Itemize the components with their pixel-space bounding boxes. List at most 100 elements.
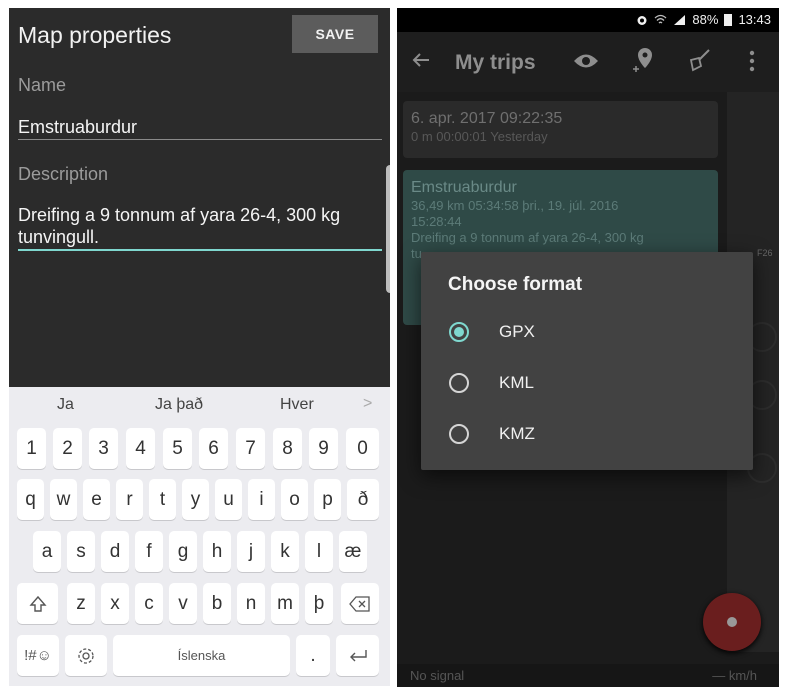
clear-icon[interactable] bbox=[687, 48, 711, 72]
key[interactable]: 9 bbox=[309, 428, 338, 469]
key[interactable]: 4 bbox=[126, 428, 155, 469]
format-option-kml[interactable]: KML bbox=[449, 369, 729, 399]
key[interactable]: þ bbox=[305, 583, 333, 624]
space-key[interactable]: Íslenska bbox=[113, 635, 290, 676]
description-input[interactable]: Dreifing a 9 tonnum af yara 26-4, 300 kg… bbox=[18, 204, 340, 248]
page-title: Map properties bbox=[18, 22, 172, 48]
key[interactable]: y bbox=[182, 479, 209, 520]
key[interactable]: n bbox=[237, 583, 265, 624]
key[interactable]: 6 bbox=[199, 428, 228, 469]
key[interactable]: 5 bbox=[163, 428, 192, 469]
trip-time: 15:28:44 bbox=[411, 214, 462, 229]
format-option-gpx[interactable]: GPX bbox=[449, 318, 729, 348]
key[interactable]: m bbox=[271, 583, 299, 624]
key[interactable]: u bbox=[215, 479, 242, 520]
option-label: KML bbox=[499, 373, 534, 392]
key[interactable]: c bbox=[135, 583, 163, 624]
suggestion-more-icon[interactable]: > bbox=[363, 395, 372, 413]
key[interactable]: 3 bbox=[89, 428, 118, 469]
key[interactable]: 0 bbox=[346, 428, 379, 469]
clock: 13:43 bbox=[738, 12, 771, 27]
radio-icon[interactable] bbox=[449, 373, 469, 393]
map-label: F26 bbox=[757, 248, 773, 258]
settings-key[interactable] bbox=[65, 635, 107, 676]
enter-key[interactable] bbox=[336, 635, 379, 676]
key[interactable]: o bbox=[281, 479, 308, 520]
key[interactable]: a bbox=[33, 531, 61, 572]
add-location-icon[interactable] bbox=[631, 46, 655, 74]
settings-icon bbox=[78, 647, 94, 664]
signal-icon bbox=[674, 14, 686, 25]
key[interactable]: ð bbox=[347, 479, 379, 520]
name-input[interactable]: Emstruaburdur bbox=[18, 116, 137, 138]
option-label: GPX bbox=[499, 322, 535, 341]
key[interactable]: w bbox=[50, 479, 77, 520]
description-line: tunvingull. bbox=[18, 227, 100, 247]
name-underline bbox=[18, 139, 382, 140]
key[interactable]: g bbox=[169, 531, 197, 572]
wifi-icon bbox=[654, 14, 667, 23]
key[interactable]: x bbox=[101, 583, 129, 624]
option-label: KMZ bbox=[499, 424, 535, 443]
key[interactable]: j bbox=[237, 531, 265, 572]
record-icon bbox=[727, 617, 737, 627]
backspace-key[interactable] bbox=[341, 583, 379, 624]
edge-handle[interactable] bbox=[386, 165, 390, 293]
key[interactable]: t bbox=[149, 479, 176, 520]
key[interactable]: r bbox=[116, 479, 143, 520]
soft-keyboard: Ja Ja það Hver > 1 2 3 4 5 6 7 8 9 0 q w… bbox=[9, 387, 390, 686]
battery-icon bbox=[724, 14, 733, 26]
eye-icon[interactable] bbox=[573, 52, 599, 70]
trip-item[interactable]: 6. apr. 2017 09:22:35 0 m 00:00:01 Yeste… bbox=[403, 101, 718, 158]
key[interactable]: æ bbox=[339, 531, 367, 572]
battery-percent: 88% bbox=[692, 12, 719, 27]
key[interactable]: i bbox=[248, 479, 275, 520]
app-toolbar: My trips bbox=[397, 32, 779, 92]
description-line: Dreifing a 9 tonnum af yara 26-4, 300 kg bbox=[18, 205, 341, 225]
speed-readout: — km/h bbox=[712, 668, 757, 683]
dialog-title: Choose format bbox=[448, 274, 583, 295]
choose-format-dialog: Choose format GPX KML KMZ bbox=[421, 252, 753, 470]
save-button[interactable]: SAVE bbox=[292, 15, 378, 53]
key[interactable]: v bbox=[169, 583, 197, 624]
record-fab-button[interactable] bbox=[703, 593, 761, 651]
format-option-kmz[interactable]: KMZ bbox=[449, 420, 729, 450]
key[interactable]: 8 bbox=[273, 428, 302, 469]
suggestion-item[interactable]: Hver bbox=[280, 396, 314, 414]
key[interactable]: q bbox=[17, 479, 44, 520]
key[interactable]: z bbox=[67, 583, 95, 624]
key[interactable]: 7 bbox=[236, 428, 265, 469]
key[interactable]: k bbox=[271, 531, 299, 572]
back-arrow-icon[interactable] bbox=[411, 50, 431, 70]
enter-icon bbox=[349, 649, 367, 661]
key[interactable]: f bbox=[135, 531, 163, 572]
suggestion-item[interactable]: Ja það bbox=[155, 396, 203, 414]
my-trips-screen: 88% 13:43 My trips F26 6. apr. 2017 09:2… bbox=[397, 8, 779, 687]
radio-selected-icon[interactable] bbox=[449, 322, 469, 342]
description-underline bbox=[18, 249, 382, 251]
more-vert-icon[interactable] bbox=[749, 50, 755, 72]
period-key[interactable]: . bbox=[296, 635, 330, 676]
map-properties-screen: Map properties SAVE Name Emstruaburdur D… bbox=[9, 8, 390, 686]
status-bar: 88% 13:43 bbox=[397, 8, 779, 32]
key[interactable]: s bbox=[67, 531, 95, 572]
key[interactable]: h bbox=[203, 531, 231, 572]
backspace-icon bbox=[349, 595, 370, 612]
trip-title: 6. apr. 2017 09:22:35 bbox=[411, 110, 563, 127]
trip-description: Dreifing a 9 tonnum af yara 26-4, 300 kg bbox=[411, 230, 644, 245]
key[interactable]: 1 bbox=[17, 428, 46, 469]
radio-icon[interactable] bbox=[449, 424, 469, 444]
key[interactable]: l bbox=[305, 531, 333, 572]
shift-key[interactable] bbox=[17, 583, 58, 624]
suggestion-strip: Ja Ja það Hver > bbox=[9, 387, 390, 423]
key[interactable]: p bbox=[314, 479, 341, 520]
key[interactable]: 2 bbox=[53, 428, 82, 469]
key[interactable]: b bbox=[203, 583, 231, 624]
suggestion-item[interactable]: Ja bbox=[57, 396, 74, 414]
name-label: Name bbox=[18, 75, 67, 95]
key[interactable]: e bbox=[83, 479, 110, 520]
gps-status: No signal bbox=[410, 668, 465, 683]
key[interactable]: d bbox=[101, 531, 129, 572]
trip-title: Emstruaburdur bbox=[411, 179, 517, 196]
symbols-key[interactable]: !#☺ bbox=[17, 635, 59, 676]
